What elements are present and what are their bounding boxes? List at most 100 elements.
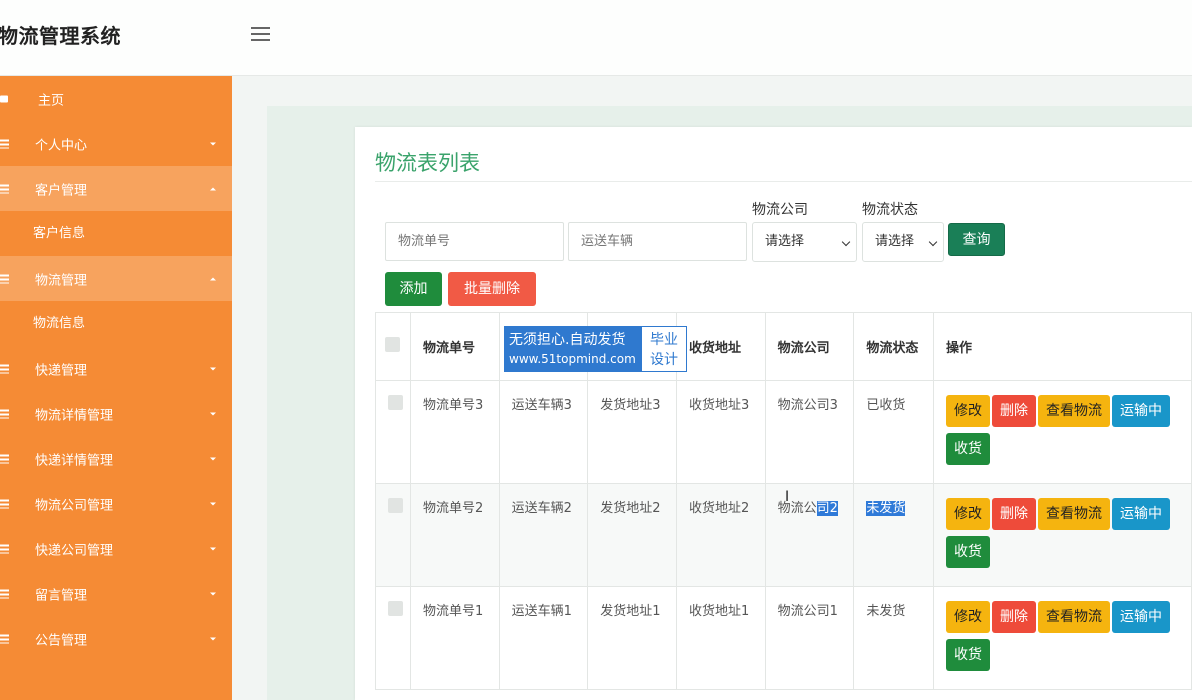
table-row: 物流单号2 运送车辆2 发货地址2 收货地址2 物流公司2 未发货 修改 删除 查看…: [375, 483, 1192, 587]
caret-down-icon: [210, 547, 216, 550]
company-select[interactable]: 请选择: [752, 222, 857, 262]
sidebar: 主页 个人中心 客户管理 客户信息 物流管理 物流信息 快递管理 物流详情管理 …: [0, 76, 232, 700]
delete-button[interactable]: 删除: [992, 395, 1037, 427]
cell-vehicle: 运送车辆1: [498, 586, 589, 690]
cell-ops: 修改 删除 查看物流 运输中 收货: [933, 586, 1192, 690]
col-header-company[interactable]: 物流公司: [764, 312, 855, 381]
app-title: 物流管理系统: [0, 24, 121, 48]
caret-down-icon: [210, 502, 216, 505]
sidebar-item-customer[interactable]: 客户管理: [0, 166, 232, 211]
sidebar-subitem-customer-info[interactable]: 客户信息: [0, 211, 232, 256]
row-select-cell: [375, 380, 411, 484]
cell-company: 物流公司3: [764, 380, 855, 484]
caret-up-icon: [210, 187, 216, 190]
select-all-checkbox[interactable]: [385, 337, 401, 352]
cell-order: 物流单号1: [409, 586, 500, 690]
sidebar-item-messages[interactable]: 留言管理: [0, 571, 232, 616]
receive-button[interactable]: 收货: [946, 433, 991, 465]
cell-to: 收货地址2: [675, 483, 766, 587]
cell-to: 收货地址1: [675, 586, 766, 690]
cell-vehicle: 运送车辆2: [498, 483, 589, 587]
cell-ops: 修改 删除 查看物流 运输中 收货: [933, 380, 1192, 484]
watermark-right1: 毕业: [650, 332, 678, 348]
grid-icon: [0, 184, 9, 193]
table-row: 物流单号3 运送车辆3 发货地址3 收货地址3 物流公司3 已收货 修改 删除 查看…: [375, 380, 1192, 484]
edit-button[interactable]: 修改: [946, 395, 991, 427]
logistics-table: 物流单号 运送车辆 发货地址 收货地址 物流公司 物流状态 操作 物流单号3 运…: [375, 312, 1192, 690]
in-transit-button[interactable]: 运输中: [1112, 498, 1171, 530]
grid-icon: [0, 409, 9, 418]
col-header-to[interactable]: 收货地址: [675, 312, 766, 381]
add-button[interactable]: 添加: [385, 272, 442, 306]
caret-down-icon: [210, 142, 216, 145]
cell-company: 物流公司2: [764, 483, 855, 587]
sidebar-item-express-company[interactable]: 快递公司管理: [0, 526, 232, 571]
receive-button[interactable]: 收货: [946, 639, 991, 671]
cell-ops: 修改 删除 查看物流 运输中 收货: [933, 483, 1192, 587]
cell-from: 发货地址3: [587, 380, 677, 484]
cell-status: 未发货: [853, 586, 935, 690]
view-logistics-button[interactable]: 查看物流: [1038, 395, 1111, 427]
in-transit-button[interactable]: 运输中: [1112, 395, 1171, 427]
batch-delete-button[interactable]: 批量删除: [448, 272, 536, 306]
view-logistics-button[interactable]: 查看物流: [1038, 601, 1111, 633]
watermark-url: www.51topmind.com: [509, 352, 636, 366]
in-transit-button[interactable]: 运输中: [1112, 601, 1171, 633]
caret-down-icon: [210, 592, 216, 595]
row-checkbox[interactable]: [388, 498, 403, 513]
cell-company: 物流公司1: [764, 586, 855, 690]
edit-button[interactable]: 修改: [946, 601, 991, 633]
cell-status: 已收货: [853, 380, 935, 484]
sidebar-item-profile[interactable]: 个人中心: [0, 121, 232, 166]
chevron-down-icon: [841, 237, 851, 247]
hamburger-menu-icon[interactable]: [251, 27, 270, 42]
divider: [375, 181, 1192, 182]
caret-down-icon: [210, 412, 216, 415]
vehicle-input[interactable]: [568, 222, 747, 261]
edit-button[interactable]: 修改: [946, 498, 991, 530]
sidebar-item-logistics[interactable]: 物流管理: [0, 256, 232, 301]
sidebar-item-logistics-detail[interactable]: 物流详情管理: [0, 391, 232, 436]
table-header-row: 物流单号 运送车辆 发货地址 收货地址 物流公司 物流状态 操作: [375, 312, 1192, 381]
list-card: 物流表列表 物流公司 请选择 物流状态 请选择 查询 添加 批量删除 物流单号 …: [355, 127, 1192, 700]
status-filter-label: 物流状态: [862, 202, 918, 218]
cell-order: 物流单号3: [409, 380, 500, 484]
order-number-input[interactable]: [385, 222, 564, 261]
grid-icon: [0, 499, 9, 508]
watermark-badge: 无须担心.自动发货 www.51topmind.com 毕业 设计: [504, 326, 687, 372]
grid-icon: [0, 589, 9, 598]
sidebar-item-home[interactable]: 主页: [0, 76, 232, 121]
caret-down-icon: [210, 367, 216, 370]
row-checkbox[interactable]: [388, 601, 403, 616]
status-select[interactable]: 请选择: [862, 222, 944, 262]
grid-icon: [0, 139, 9, 148]
sidebar-item-express[interactable]: 快递管理: [0, 346, 232, 391]
row-checkbox[interactable]: [388, 395, 403, 410]
cell-order: 物流单号2: [409, 483, 500, 587]
col-header-order[interactable]: 物流单号: [409, 312, 500, 381]
caret-up-icon: [210, 277, 216, 280]
col-header-status[interactable]: 物流状态: [853, 312, 935, 381]
delete-button[interactable]: 删除: [992, 601, 1037, 633]
row-select-cell: [375, 483, 411, 587]
cell-from: 发货地址2: [587, 483, 677, 587]
grid-icon: [0, 364, 9, 373]
receive-button[interactable]: 收货: [946, 536, 991, 568]
query-button[interactable]: 查询: [948, 223, 1005, 256]
view-logistics-button[interactable]: 查看物流: [1038, 498, 1111, 530]
sidebar-item-logistics-company[interactable]: 物流公司管理: [0, 481, 232, 526]
company-filter-label: 物流公司: [752, 202, 808, 218]
cell-from: 发货地址1: [587, 586, 677, 690]
grid-icon: [0, 454, 9, 463]
caret-down-icon: [210, 637, 216, 640]
watermark-line1: 无须担心.自动发货: [509, 332, 626, 348]
sidebar-item-announcements[interactable]: 公告管理: [0, 616, 232, 661]
delete-button[interactable]: 删除: [992, 498, 1037, 530]
sidebar-subitem-logistics-info[interactable]: 物流信息: [0, 301, 232, 346]
caret-down-icon: [210, 457, 216, 460]
sidebar-item-express-detail[interactable]: 快递详情管理: [0, 436, 232, 481]
selected-text: 未发货: [866, 501, 906, 516]
row-select-cell: [375, 586, 411, 690]
watermark-right2: 设计: [650, 352, 678, 368]
col-header-ops: 操作: [933, 312, 1192, 381]
